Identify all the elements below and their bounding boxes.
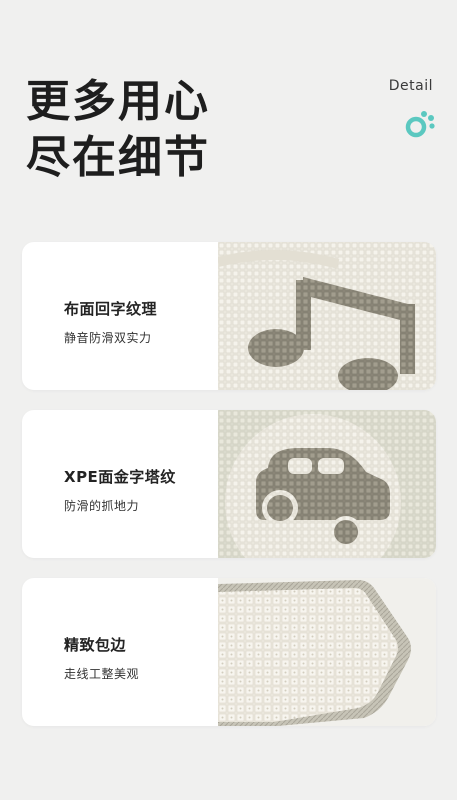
fabric-texture-image	[218, 242, 436, 390]
headline-line-2: 尽在细节	[26, 132, 210, 183]
detail-label: Detail	[388, 78, 433, 94]
card-title: 布面回字纹理	[64, 300, 158, 318]
card-title: 精致包边	[64, 636, 127, 654]
paw-icon	[405, 111, 435, 138]
headline-line-1: 更多用心	[26, 76, 210, 127]
headline: 更多用心 尽在细节	[26, 74, 210, 186]
feature-card-fabric: 布面回字纹理 静音防滑双实力	[22, 242, 436, 390]
card-title: XPE面金字塔纹	[64, 468, 176, 486]
mat-edge-icon	[218, 580, 411, 726]
card-subtitle: 走线工整美观	[64, 667, 140, 681]
feature-card-edge: 精致包边 走线工整美观	[22, 578, 436, 726]
card-subtitle: 静音防滑双实力	[64, 331, 152, 345]
card-subtitle: 防滑的抓地力	[64, 499, 140, 513]
feature-card-xpe: XPE面金字塔纹 防滑的抓地力	[22, 410, 436, 558]
xpe-texture-image	[218, 410, 436, 558]
mat-edge-image	[218, 578, 436, 726]
